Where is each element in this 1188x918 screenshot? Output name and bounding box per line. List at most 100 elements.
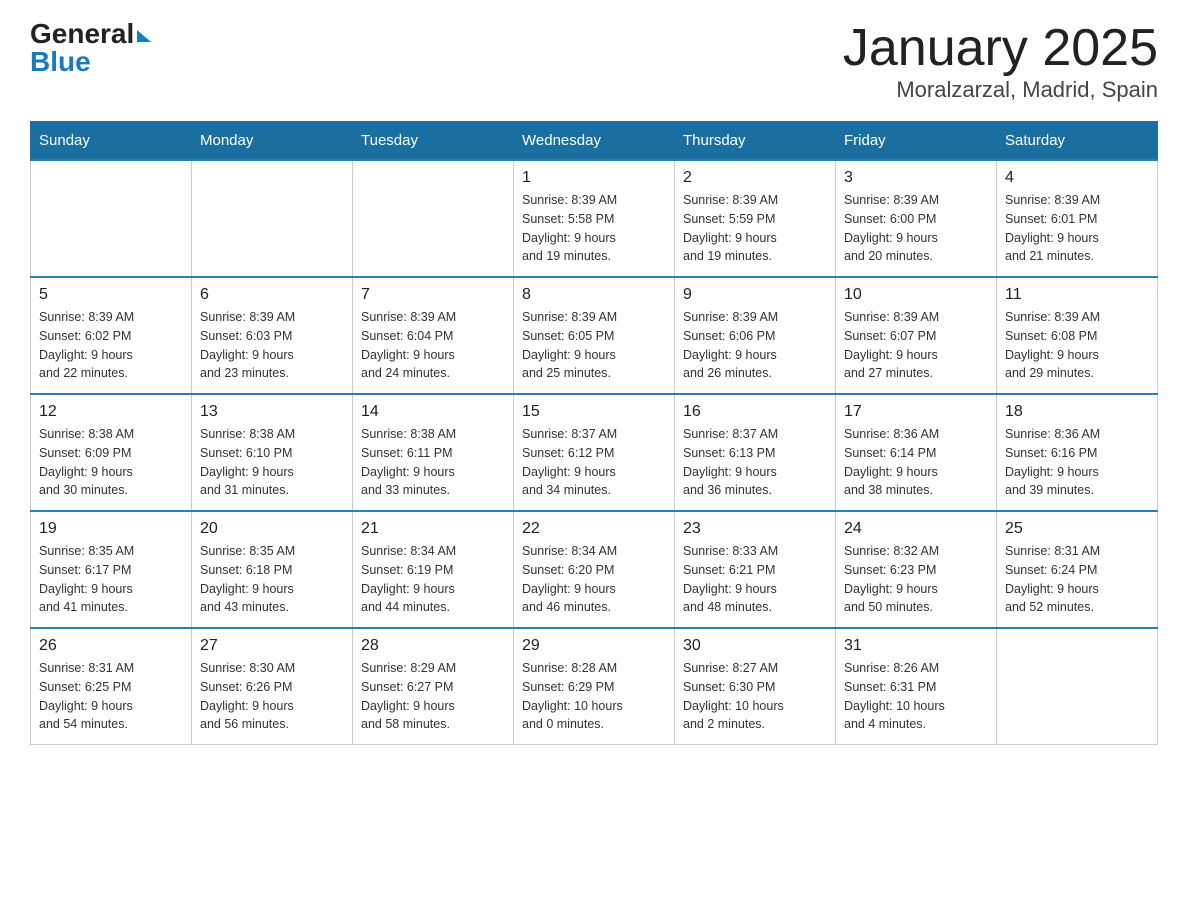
logo-general-row: General xyxy=(30,20,150,48)
day-info: Sunrise: 8:29 AMSunset: 6:27 PMDaylight:… xyxy=(361,659,505,734)
calendar-cell: 25 Sunrise: 8:31 AMSunset: 6:24 PMDayligh… xyxy=(997,511,1158,628)
calendar-table: SundayMondayTuesdayWednesdayThursdayFrid… xyxy=(30,121,1158,745)
day-info: Sunrise: 8:33 AMSunset: 6:21 PMDaylight:… xyxy=(683,542,827,617)
day-number: 23 xyxy=(683,520,827,538)
calendar-week-3: 12Sunrise: 8:38 AMSunset: 6:09 PMDayligh… xyxy=(31,394,1158,511)
day-number: 29 xyxy=(522,637,666,655)
day-number: 11 xyxy=(1005,286,1149,304)
day-info: Sunrise: 8:37 AMSunset: 6:12 PMDaylight:… xyxy=(522,425,666,500)
day-info: Sunrise: 8:31 AMSunset: 6:24 PMDaylight:… xyxy=(1005,542,1149,617)
day-info: Sunrise: 8:39 AMSunset: 6:07 PMDaylight:… xyxy=(844,308,988,383)
day-info: Sunrise: 8:39 AMSunset: 6:06 PMDaylight:… xyxy=(683,308,827,383)
day-number: 7 xyxy=(361,286,505,304)
day-number: 1 xyxy=(522,169,666,187)
calendar-cell: 19Sunrise: 8:35 AMSunset: 6:17 PMDayligh… xyxy=(31,511,192,628)
day-info: Sunrise: 8:30 AMSunset: 6:26 PMDaylight:… xyxy=(200,659,344,734)
calendar-cell: 2 Sunrise: 8:39 AMSunset: 5:59 PMDaylight… xyxy=(675,160,836,277)
day-info: Sunrise: 8:34 AMSunset: 6:20 PMDaylight:… xyxy=(522,542,666,617)
calendar-header-wednesday: Wednesday xyxy=(514,122,675,161)
logo-blue-text: Blue xyxy=(30,46,91,77)
logo-triangle-icon xyxy=(137,30,151,42)
calendar-week-1: 1 Sunrise: 8:39 AMSunset: 5:58 PMDaylight… xyxy=(31,160,1158,277)
calendar-subtitle: Moralzarzal, Madrid, Spain xyxy=(843,77,1158,103)
calendar-cell: 31Sunrise: 8:26 AMSunset: 6:31 PMDayligh… xyxy=(836,628,997,745)
day-info: Sunrise: 8:38 AMSunset: 6:09 PMDaylight:… xyxy=(39,425,183,500)
logo-blue-row: Blue xyxy=(30,48,91,76)
day-number: 20 xyxy=(200,520,344,538)
calendar-header-sunday: Sunday xyxy=(31,122,192,161)
calendar-header-monday: Monday xyxy=(192,122,353,161)
calendar-cell xyxy=(353,160,514,277)
calendar-cell: 23 Sunrise: 8:33 AMSunset: 6:21 PMDayligh… xyxy=(675,511,836,628)
day-number: 10 xyxy=(844,286,988,304)
calendar-body: 1 Sunrise: 8:39 AMSunset: 5:58 PMDaylight… xyxy=(31,160,1158,745)
calendar-header-row: SundayMondayTuesdayWednesdayThursdayFrid… xyxy=(31,122,1158,161)
calendar-cell: 27 Sunrise: 8:30 AMSunset: 6:26 PMDayligh… xyxy=(192,628,353,745)
calendar-cell: 9 Sunrise: 8:39 AMSunset: 6:06 PMDaylight… xyxy=(675,277,836,394)
day-number: 17 xyxy=(844,403,988,421)
logo-general-text: General xyxy=(30,18,134,49)
calendar-cell xyxy=(31,160,192,277)
calendar-week-5: 26Sunrise: 8:31 AMSunset: 6:25 PMDayligh… xyxy=(31,628,1158,745)
calendar-cell xyxy=(192,160,353,277)
calendar-cell: 6 Sunrise: 8:39 AMSunset: 6:03 PMDaylight… xyxy=(192,277,353,394)
calendar-cell: 11Sunrise: 8:39 AMSunset: 6:08 PMDayligh… xyxy=(997,277,1158,394)
calendar-cell: 3Sunrise: 8:39 AMSunset: 6:00 PMDaylight… xyxy=(836,160,997,277)
day-info: Sunrise: 8:38 AMSunset: 6:10 PMDaylight:… xyxy=(200,425,344,500)
calendar-header: SundayMondayTuesdayWednesdayThursdayFrid… xyxy=(31,122,1158,161)
day-info: Sunrise: 8:36 AMSunset: 6:16 PMDaylight:… xyxy=(1005,425,1149,500)
day-number: 5 xyxy=(39,286,183,304)
day-number: 9 xyxy=(683,286,827,304)
day-number: 6 xyxy=(200,286,344,304)
day-info: Sunrise: 8:38 AMSunset: 6:11 PMDaylight:… xyxy=(361,425,505,500)
calendar-cell: 15 Sunrise: 8:37 AMSunset: 6:12 PMDayligh… xyxy=(514,394,675,511)
day-info: Sunrise: 8:31 AMSunset: 6:25 PMDaylight:… xyxy=(39,659,183,734)
day-info: Sunrise: 8:36 AMSunset: 6:14 PMDaylight:… xyxy=(844,425,988,500)
day-info: Sunrise: 8:34 AMSunset: 6:19 PMDaylight:… xyxy=(361,542,505,617)
calendar-title-block: January 2025 Moralzarzal, Madrid, Spain xyxy=(843,20,1158,103)
calendar-header-tuesday: Tuesday xyxy=(353,122,514,161)
calendar-cell: 10 Sunrise: 8:39 AMSunset: 6:07 PMDayligh… xyxy=(836,277,997,394)
calendar-cell: 29 Sunrise: 8:28 AMSunset: 6:29 PMDayligh… xyxy=(514,628,675,745)
day-info: Sunrise: 8:39 AMSunset: 6:02 PMDaylight:… xyxy=(39,308,183,383)
day-number: 8 xyxy=(522,286,666,304)
day-number: 2 xyxy=(683,169,827,187)
day-number: 16 xyxy=(683,403,827,421)
calendar-cell: 28 Sunrise: 8:29 AMSunset: 6:27 PMDayligh… xyxy=(353,628,514,745)
day-number: 15 xyxy=(522,403,666,421)
day-number: 13 xyxy=(200,403,344,421)
day-info: Sunrise: 8:39 AMSunset: 6:03 PMDaylight:… xyxy=(200,308,344,383)
calendar-week-2: 5 Sunrise: 8:39 AMSunset: 6:02 PMDaylight… xyxy=(31,277,1158,394)
calendar-cell: 1 Sunrise: 8:39 AMSunset: 5:58 PMDaylight… xyxy=(514,160,675,277)
calendar-cell: 7Sunrise: 8:39 AMSunset: 6:04 PMDaylight… xyxy=(353,277,514,394)
day-number: 14 xyxy=(361,403,505,421)
calendar-cell: 30Sunrise: 8:27 AMSunset: 6:30 PMDayligh… xyxy=(675,628,836,745)
day-number: 21 xyxy=(361,520,505,538)
calendar-cell: 26Sunrise: 8:31 AMSunset: 6:25 PMDayligh… xyxy=(31,628,192,745)
day-number: 22 xyxy=(522,520,666,538)
day-number: 28 xyxy=(361,637,505,655)
calendar-cell: 5 Sunrise: 8:39 AMSunset: 6:02 PMDaylight… xyxy=(31,277,192,394)
calendar-cell: 8Sunrise: 8:39 AMSunset: 6:05 PMDaylight… xyxy=(514,277,675,394)
day-number: 24 xyxy=(844,520,988,538)
calendar-header-thursday: Thursday xyxy=(675,122,836,161)
calendar-cell: 13 Sunrise: 8:38 AMSunset: 6:10 PMDayligh… xyxy=(192,394,353,511)
calendar-cell: 4 Sunrise: 8:39 AMSunset: 6:01 PMDaylight… xyxy=(997,160,1158,277)
day-number: 18 xyxy=(1005,403,1149,421)
calendar-header-friday: Friday xyxy=(836,122,997,161)
day-info: Sunrise: 8:35 AMSunset: 6:18 PMDaylight:… xyxy=(200,542,344,617)
day-info: Sunrise: 8:26 AMSunset: 6:31 PMDaylight:… xyxy=(844,659,988,734)
day-info: Sunrise: 8:27 AMSunset: 6:30 PMDaylight:… xyxy=(683,659,827,734)
calendar-cell: 18 Sunrise: 8:36 AMSunset: 6:16 PMDayligh… xyxy=(997,394,1158,511)
day-number: 4 xyxy=(1005,169,1149,187)
calendar-cell: 17 Sunrise: 8:36 AMSunset: 6:14 PMDayligh… xyxy=(836,394,997,511)
day-number: 25 xyxy=(1005,520,1149,538)
day-info: Sunrise: 8:28 AMSunset: 6:29 PMDaylight:… xyxy=(522,659,666,734)
day-info: Sunrise: 8:39 AMSunset: 5:58 PMDaylight:… xyxy=(522,191,666,266)
day-info: Sunrise: 8:39 AMSunset: 6:00 PMDaylight:… xyxy=(844,191,988,266)
day-info: Sunrise: 8:39 AMSunset: 6:01 PMDaylight:… xyxy=(1005,191,1149,266)
day-info: Sunrise: 8:35 AMSunset: 6:17 PMDaylight:… xyxy=(39,542,183,617)
day-number: 27 xyxy=(200,637,344,655)
day-info: Sunrise: 8:37 AMSunset: 6:13 PMDaylight:… xyxy=(683,425,827,500)
day-info: Sunrise: 8:39 AMSunset: 5:59 PMDaylight:… xyxy=(683,191,827,266)
